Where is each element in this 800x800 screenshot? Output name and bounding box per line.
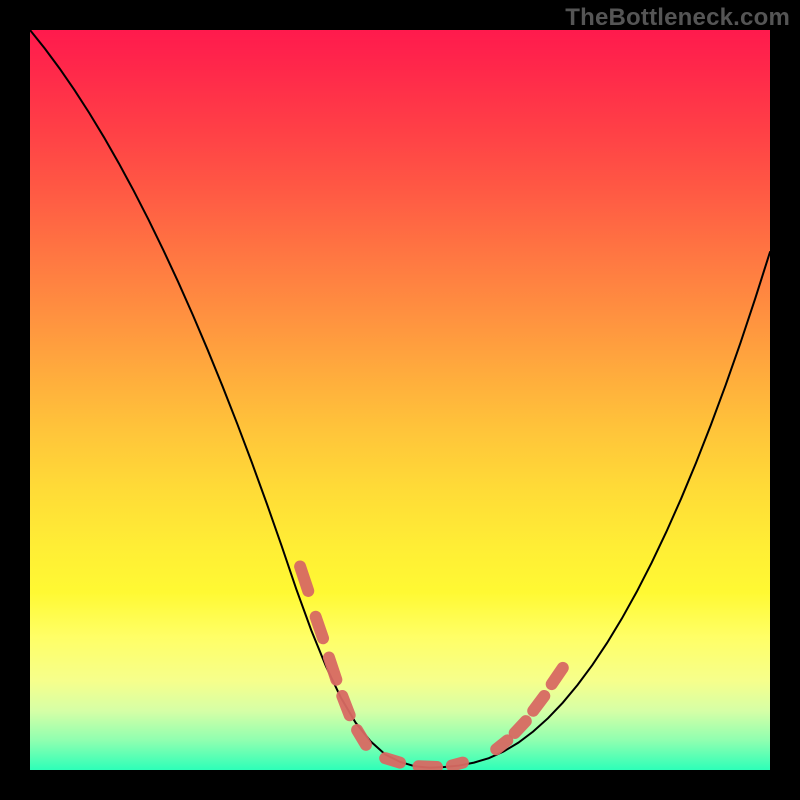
plot-svg [30,30,770,770]
dash-segment [316,617,323,638]
dash-segment [385,758,400,762]
dash-segment [533,696,544,711]
bottleneck-curve [30,30,770,768]
dash-segment [515,721,526,733]
dash-segment [552,668,563,684]
dash-segment [419,766,438,767]
watermark: TheBottleneck.com [565,4,790,32]
dash-segment [452,763,463,766]
dash-segment [342,696,349,715]
dash-segment [496,740,507,749]
dash-segment [357,730,366,745]
highlight-dashes [300,567,563,768]
plot-area [30,30,770,770]
chart-frame: TheBottleneck.com [0,0,800,800]
dash-segment [300,567,308,591]
dash-segment [329,658,336,680]
